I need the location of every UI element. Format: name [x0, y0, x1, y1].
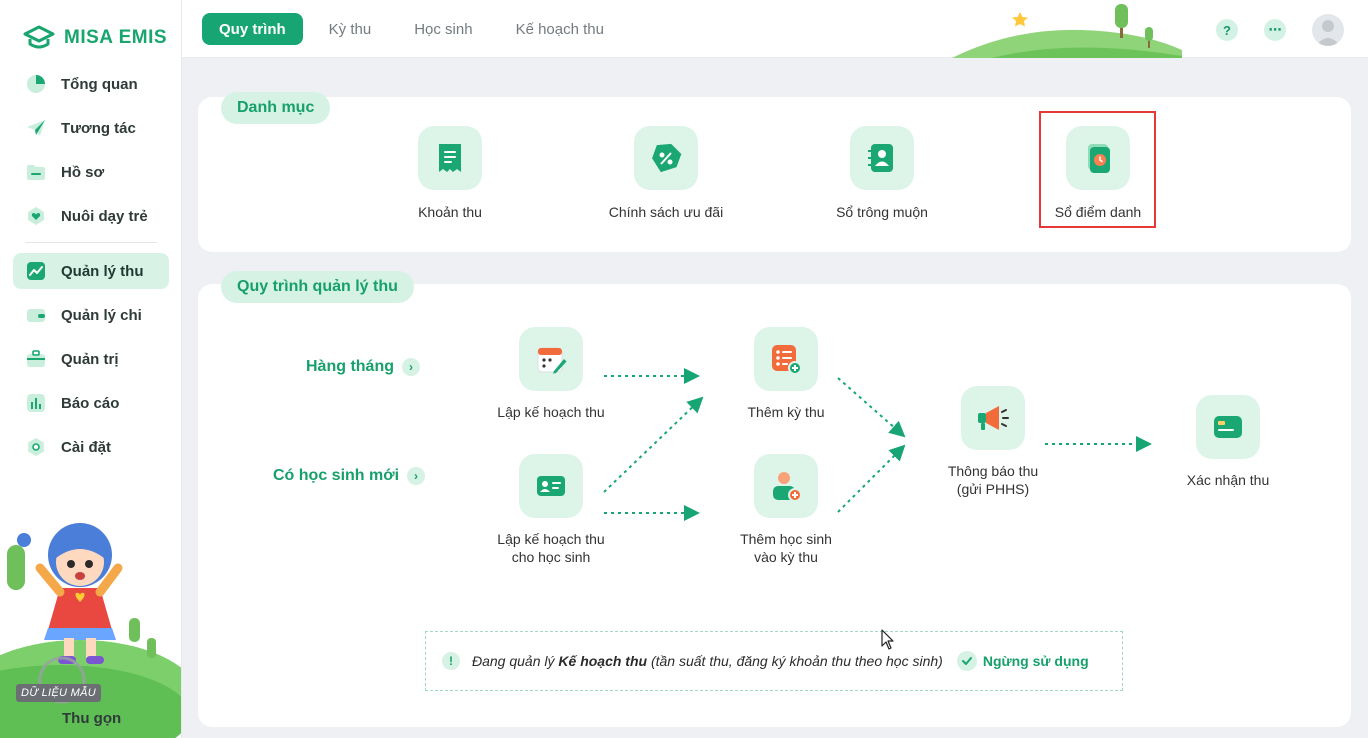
collapse-sidebar-button[interactable]: Thu gọn — [62, 710, 121, 727]
heart-icon — [25, 205, 47, 227]
sidebar-item-label: Quản trị — [61, 350, 119, 368]
mouse-cursor-icon — [881, 629, 894, 650]
contact-book-icon — [850, 126, 914, 190]
misa-logo-icon — [23, 25, 55, 49]
category-label: Khoản thu — [418, 204, 482, 220]
sidebar-item-childcare[interactable]: Nuôi dạy trẻ — [13, 198, 169, 234]
trend-chart-icon — [25, 260, 47, 282]
wallet-icon — [25, 304, 47, 326]
sidebar-item-records[interactable]: Hồ sơ — [13, 154, 169, 190]
step-label: Thêm học sinh vào kỳ thu — [740, 531, 832, 565]
user-add-icon — [754, 454, 818, 518]
sidebar-item-admin[interactable]: Quản trị — [13, 341, 169, 377]
sidebar-item-label: Tương tác — [61, 119, 136, 137]
step-label: Xác nhận thu — [1186, 472, 1270, 488]
sidebar-item-label: Quản lý chi — [61, 306, 142, 324]
top-bar: Quy trình Kỳ thu Học sinh Kế hoạch thu ?… — [182, 0, 1368, 58]
sidebar-item-revenue[interactable]: Quản lý thu — [13, 253, 169, 289]
category-discount-item[interactable]: Chính sách ưu đãi — [581, 126, 751, 220]
sidebar-item-expense[interactable]: Quản lý chi — [13, 297, 169, 333]
brand-name: MISA EMIS — [64, 27, 168, 48]
sidebar-item-settings[interactable]: Cài đặt — [13, 429, 169, 465]
categories-title: Danh mục — [221, 92, 331, 124]
folder-icon — [25, 161, 47, 183]
row-label-text: Hàng tháng — [306, 358, 394, 375]
more-options-icon[interactable]: ⋯ — [1264, 19, 1286, 41]
category-late-care-item[interactable]: Sổ trông muộn — [797, 126, 967, 220]
category-revenue-item[interactable]: Khoản thu — [365, 126, 535, 220]
briefcase-icon — [25, 348, 47, 370]
step-label: Lập kế hoạch thu cho học sinh — [497, 531, 605, 565]
sidebar-item-label: Cài đặt — [61, 438, 112, 456]
stop-using-button[interactable]: Ngừng sử dụng — [956, 651, 1089, 671]
tab-students[interactable]: Học sinh — [397, 13, 489, 45]
step-confirm[interactable]: Xác nhận thu — [1148, 395, 1308, 489]
nav-divider — [25, 242, 157, 243]
help-icon[interactable]: ? — [1216, 19, 1238, 41]
tab-plan[interactable]: Kế hoạch thu — [499, 13, 621, 45]
sidebar-nav: Tổng quan Tương tác Hồ sơ Nuôi dạy trẻ Q… — [13, 66, 169, 473]
avatar[interactable] — [1312, 14, 1344, 46]
monthly-row-label[interactable]: Hàng tháng › — [306, 358, 420, 376]
process-title: Quy trình quản lý thu — [221, 271, 414, 303]
receipt-icon — [418, 126, 482, 190]
sidebar-item-label: Tổng quan — [61, 75, 138, 93]
chevron-right-icon: › — [402, 358, 420, 376]
payment-card-icon — [1196, 395, 1260, 459]
tab-period[interactable]: Kỳ thu — [312, 13, 389, 45]
category-label: Chính sách ưu đãi — [608, 204, 724, 220]
id-card-icon — [519, 454, 583, 518]
step-label: Thông báo thu (gửi PHHS) — [947, 463, 1039, 497]
step-plan[interactable]: Lập kế hoạch thu — [471, 327, 631, 421]
step-notify[interactable]: Thông báo thu (gửi PHHS) — [913, 386, 1073, 498]
sidebar-item-label: Báo cáo — [61, 394, 120, 412]
kid-illustration — [0, 523, 181, 738]
step-plan-student[interactable]: Lập kế hoạch thu cho học sinh — [471, 454, 631, 566]
step-add-period[interactable]: Thêm kỳ thu — [706, 327, 866, 421]
step-label: Lập kế hoạch thu — [497, 404, 605, 420]
sidebar-item-reports[interactable]: Báo cáo — [13, 385, 169, 421]
step-label: Thêm kỳ thu — [747, 404, 825, 420]
megaphone-icon — [961, 386, 1025, 450]
row-label-text: Có học sinh mới — [273, 467, 400, 484]
sidebar-item-label: Nuôi dạy trẻ — [61, 207, 148, 225]
sidebar-item-label: Hồ sơ — [61, 163, 105, 181]
list-add-icon — [754, 327, 818, 391]
discount-tag-icon — [634, 126, 698, 190]
step-add-student[interactable]: Thêm học sinh vào kỳ thu — [706, 454, 866, 566]
info-exclamation-icon: ! — [442, 652, 460, 670]
stop-using-label: Ngừng sử dụng — [982, 653, 1089, 669]
highlight-box — [1039, 111, 1156, 228]
category-label: Sổ trông muộn — [836, 204, 928, 220]
gear-icon — [25, 436, 47, 458]
main-tabs: Quy trình Kỳ thu Học sinh Kế hoạch thu — [202, 13, 630, 45]
paper-plane-icon — [25, 117, 47, 139]
pie-chart-icon — [25, 73, 47, 95]
sidebar-item-interaction[interactable]: Tương tác — [13, 110, 169, 146]
new-student-row-label[interactable]: Có học sinh mới › — [273, 467, 426, 485]
top-actions: ? ⋯ — [1216, 14, 1344, 46]
sidebar-item-overview[interactable]: Tổng quan — [13, 66, 169, 102]
tab-process[interactable]: Quy trình — [202, 13, 303, 45]
sidebar-item-label: Quản lý thu — [61, 262, 144, 280]
note-text: Đang quản lý Kế hoạch thu (tần suất thu,… — [472, 653, 943, 669]
plan-management-note: ! Đang quản lý Kế hoạch thu (tần suất th… — [425, 631, 1123, 691]
bar-chart-icon — [25, 392, 47, 414]
header-landscape-illustration — [952, 4, 1182, 58]
logo[interactable]: MISA EMIS — [22, 24, 167, 52]
sample-data-badge: DỮ LIỆU MẪU — [16, 684, 101, 702]
chevron-right-icon: › — [407, 467, 426, 485]
check-icon — [956, 651, 977, 671]
sidebar: MISA EMIS Tổng quan Tương tác Hồ sơ Nuôi… — [0, 0, 182, 738]
calendar-edit-icon — [519, 327, 583, 391]
